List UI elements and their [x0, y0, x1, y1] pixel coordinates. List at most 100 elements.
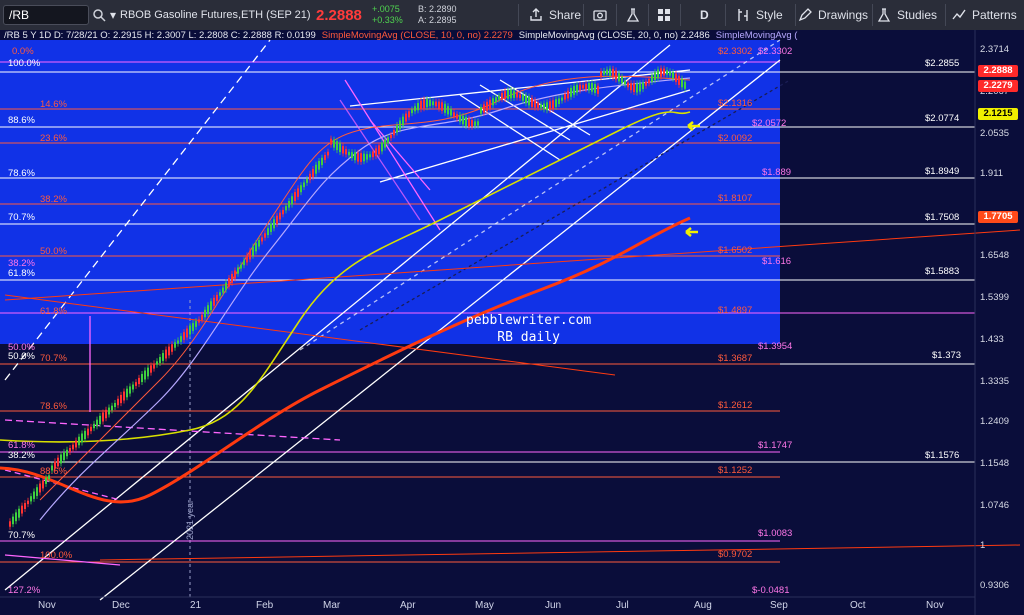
- left-fib-label: 50.0%: [40, 246, 67, 257]
- level-label: $2.3302: [758, 46, 793, 57]
- level-label: $1.373: [932, 350, 962, 361]
- price-axis-tick: 1.911: [980, 168, 1004, 179]
- change-percent: +0.33%: [372, 15, 403, 25]
- left-fib-label: 38.2%: [8, 450, 35, 461]
- level-label: $1.6502: [718, 245, 753, 256]
- level-label: $-0.0481: [752, 585, 790, 596]
- toolbar-divider: [616, 4, 617, 26]
- share-label: Share: [549, 8, 582, 22]
- change-value: +.0075: [372, 4, 400, 14]
- left-fib-label: 14.6%: [40, 99, 67, 110]
- sma20-legend[interactable]: SimpleMovingAvg (CLOSE, 20, 0, no) 2.248…: [519, 30, 710, 42]
- interval-button[interactable]: D: [700, 0, 709, 30]
- level-label: $1.3954: [758, 341, 793, 352]
- fib-zone-fill: [0, 40, 780, 344]
- level-label: $1.2612: [718, 400, 753, 411]
- patterns-icon: [952, 9, 966, 20]
- flask-icon: [626, 8, 640, 22]
- patterns-button[interactable]: Patterns: [951, 0, 1017, 30]
- toolbar-divider: [872, 4, 873, 26]
- price-axis-tick: 2.0535: [980, 128, 1010, 139]
- left-fib-label: 127.2%: [8, 585, 41, 596]
- left-fib-label: 88.6%: [8, 115, 35, 126]
- price-axis-tick: 1.433: [980, 334, 1004, 345]
- month-tick: Oct: [850, 600, 866, 611]
- drawings-button[interactable]: Drawings: [797, 0, 868, 30]
- symbol-text: /RB: [9, 8, 30, 22]
- left-fib-label: 0.0%: [12, 46, 34, 57]
- patterns-label: Patterns: [972, 8, 1017, 22]
- watermark-site: pebblewriter.com: [466, 313, 592, 328]
- level-label: $1.8949: [925, 166, 960, 177]
- symbol-input[interactable]: /RB: [3, 5, 89, 25]
- style-button[interactable]: Style: [735, 0, 783, 30]
- drawings-label: Drawings: [818, 8, 869, 22]
- level-label: $1.3687: [718, 353, 753, 364]
- price-axis-tick: 0.9306: [980, 580, 1010, 591]
- price-axis-tick: 1.0746: [980, 500, 1010, 511]
- studies-label: Studies: [897, 8, 938, 22]
- month-tick: Sep: [770, 600, 788, 611]
- snapshot-button[interactable]: [592, 0, 613, 30]
- price-axis-tick: 1.5399: [980, 292, 1010, 303]
- last-price: 2.2888: [316, 6, 362, 24]
- level-label: $2.2855: [925, 58, 960, 69]
- month-tick: Aug: [694, 600, 712, 611]
- left-fib-label: 78.6%: [40, 401, 67, 412]
- top-toolbar: /RB ▾ RBOB Gasoline Futures,ETH (SEP 21)…: [0, 0, 1024, 31]
- left-fib-label: 70.7%: [40, 353, 67, 364]
- price-axis-tick: 1.3335: [980, 376, 1010, 387]
- level-label: $2.0774: [925, 113, 960, 124]
- watermark-caption: RB daily: [497, 330, 560, 345]
- pencil-icon: [798, 8, 812, 22]
- month-tick: 21: [190, 600, 202, 611]
- month-tick: Feb: [256, 600, 274, 611]
- level-label: $1.616: [762, 256, 792, 267]
- price-tag: 2.1215: [978, 108, 1018, 120]
- month-tick: Nov: [38, 600, 56, 611]
- month-tick: May: [475, 600, 494, 611]
- price-tag: 1.7705: [978, 211, 1018, 223]
- price-tag: 2.2279: [978, 80, 1018, 92]
- toolbar-divider: [583, 4, 584, 26]
- level-label: $1.0083: [758, 528, 793, 539]
- camera-icon: [593, 10, 607, 21]
- study-legend: /RB 5 Y 1D D: 7/28/21 O: 2.2915 H: 2.300…: [4, 30, 797, 42]
- month-tick: Jul: [616, 600, 629, 611]
- chevron-down-icon[interactable]: ▾: [110, 0, 116, 30]
- year-marker-label: 2021 year: [185, 499, 195, 540]
- watermark: pebblewriter.com RB daily: [466, 312, 591, 346]
- toolbar-divider: [680, 4, 681, 26]
- price-axis-tick: 1.6548: [980, 250, 1010, 261]
- level-label: $1.1747: [758, 440, 793, 451]
- left-fib-label: 50.0%: [8, 351, 35, 362]
- level-label: $1.7508: [925, 212, 960, 223]
- left-fib-label: 61.8%: [40, 306, 67, 317]
- left-fib-label: 38.2%: [40, 194, 67, 205]
- level-label: $1.1576: [925, 450, 960, 461]
- level-label: $2.3302: [718, 46, 753, 57]
- price-tag: 2.2888: [978, 65, 1018, 77]
- level-label: $2.1316: [718, 98, 753, 109]
- level-label: $1.4897: [718, 305, 753, 316]
- left-fib-label: 78.6%: [8, 168, 35, 179]
- flask-icon: [877, 8, 891, 22]
- month-tick: Apr: [400, 600, 416, 611]
- search-icon[interactable]: [92, 0, 106, 30]
- left-fib-label: 70.7%: [8, 530, 35, 541]
- sma10-legend[interactable]: SimpleMovingAvg (CLOSE, 10, 0, no) 2.227…: [322, 30, 513, 42]
- ohlc-readout: /RB 5 Y 1D D: 7/28/21 O: 2.2915 H: 2.300…: [4, 30, 316, 41]
- month-tick: Dec: [112, 600, 130, 611]
- change-quote: +.0075 +0.33%: [372, 0, 403, 30]
- level-label: $1.889: [762, 167, 792, 178]
- flask-button[interactable]: [625, 0, 646, 30]
- price-axis-tick: 1.1548: [980, 458, 1010, 469]
- share-button[interactable]: Share: [528, 0, 581, 30]
- grid-button[interactable]: [656, 0, 677, 30]
- share-icon: [530, 8, 542, 21]
- studies-button[interactable]: Studies: [876, 0, 937, 30]
- level-label: $1.1252: [718, 465, 753, 476]
- instrument-name: RBOB Gasoline Futures,ETH (SEP 21): [120, 9, 311, 21]
- sma200-legend[interactable]: SimpleMovingAvg (: [716, 30, 798, 42]
- left-fib-label: 100.0%: [8, 58, 41, 69]
